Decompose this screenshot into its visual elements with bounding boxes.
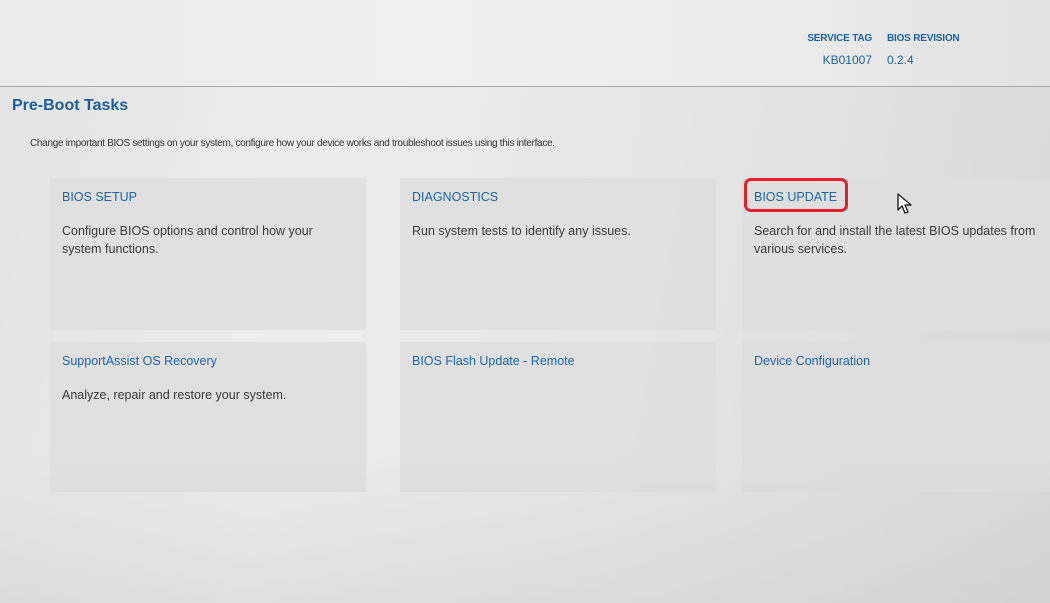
bios-revision: BIOS REVISION 0.2.4	[887, 32, 960, 67]
tile-supportassist-os-recovery[interactable]: SupportAssist OS Recovery Analyze, repai…	[50, 342, 366, 492]
bios-update-highlight	[744, 178, 848, 212]
tile-description: Run system tests to identify any issues.	[412, 224, 631, 238]
mouse-pointer-icon	[897, 193, 912, 214]
tile-title[interactable]: Device Configuration	[754, 354, 870, 368]
tile-title[interactable]: BIOS Flash Update - Remote	[412, 354, 575, 368]
bios-screen: SERVICE TAG KB01007 BIOS REVISION 0.2.4 …	[0, 0, 1050, 603]
tile-title[interactable]: BIOS SETUP	[62, 190, 137, 204]
tile-title[interactable]: DIAGNOSTICS	[412, 190, 498, 204]
service-tag-label: SERVICE TAG	[807, 33, 872, 44]
page-description: Change important BIOS settings on your s…	[30, 138, 555, 149]
service-tag: SERVICE TAG KB01007	[800, 32, 872, 67]
tile-description: Analyze, repair and restore your system.	[62, 388, 287, 402]
bios-revision-value: 0.2.4	[887, 53, 914, 67]
bios-revision-label: BIOS REVISION	[887, 33, 960, 44]
tile-title[interactable]: SupportAssist OS Recovery	[62, 354, 217, 368]
tile-description: Configure BIOS options and control how y…	[62, 224, 313, 256]
tile-device-configuration[interactable]: Device Configuration	[742, 342, 1050, 492]
tile-bios-setup[interactable]: BIOS SETUP Configure BIOS options and co…	[50, 178, 366, 330]
tile-diagnostics[interactable]: DIAGNOSTICS Run system tests to identify…	[400, 178, 716, 330]
tile-description: Search for and install the latest BIOS u…	[754, 224, 1036, 256]
tile-bios-flash-update-remote[interactable]: BIOS Flash Update - Remote	[400, 342, 716, 492]
page-title: Pre-Boot Tasks	[12, 97, 129, 114]
service-tag-value: KB01007	[822, 53, 872, 67]
header-bar: SERVICE TAG KB01007 BIOS REVISION 0.2.4	[0, 0, 1050, 87]
